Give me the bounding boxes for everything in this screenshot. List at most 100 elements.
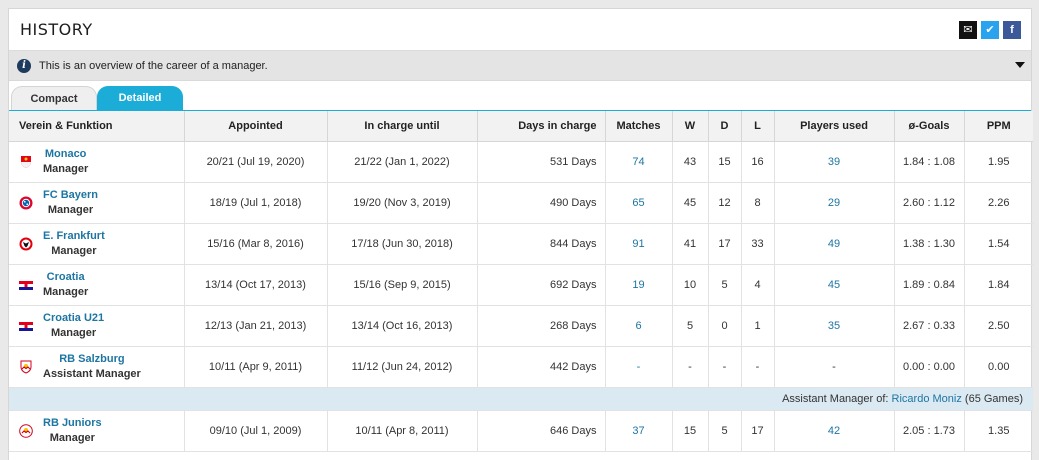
col-losses[interactable]: L xyxy=(741,111,775,142)
appointed-cell: 20/21 (Jul 19, 2020) xyxy=(184,141,328,183)
losses-cell: 4 xyxy=(741,264,775,306)
table-row: RB Juniors Manager 09/10 (Jul 1, 2009) 10… xyxy=(9,410,1033,452)
ppm-cell: 1.84 xyxy=(964,264,1033,306)
manager-link[interactable]: Ricardo Moniz xyxy=(892,393,962,405)
draws-cell: 12 xyxy=(708,182,742,224)
wins-cell: 10 xyxy=(672,264,709,306)
croatia-flag-icon[interactable] xyxy=(19,319,33,333)
ppm-cell: 1.95 xyxy=(964,141,1033,183)
ppm-cell: 1.35 xyxy=(964,410,1033,452)
draws-cell: 15 xyxy=(708,141,742,183)
losses-cell: 16 xyxy=(741,141,775,183)
chevron-down-icon[interactable] xyxy=(1015,62,1025,68)
monaco-crest-icon[interactable] xyxy=(19,155,33,169)
matches-link[interactable]: 19 xyxy=(632,279,644,291)
days-cell: 268 Days xyxy=(477,305,606,347)
role-label: Manager xyxy=(49,431,95,444)
goals-cell: 1.38 : 1.30 xyxy=(894,223,965,265)
players-link[interactable]: 45 xyxy=(828,279,840,291)
table-row: Croatia U21 Manager 12/13 (Jan 21, 2013) … xyxy=(9,305,1033,347)
losses-cell: - xyxy=(741,346,775,388)
col-days[interactable]: Days in charge xyxy=(477,111,606,142)
wins-cell: 41 xyxy=(672,223,709,265)
info-bar[interactable]: i This is an overview of the career of a… xyxy=(9,51,1031,81)
until-cell: 15/16 (Sep 9, 2015) xyxy=(327,264,478,306)
players-link[interactable]: 29 xyxy=(828,197,840,209)
club-name-link[interactable]: RB Juniors xyxy=(43,416,102,431)
until-cell: 10/11 (Apr 8, 2011) xyxy=(327,410,478,452)
table-row: FC Bayern Manager 18/19 (Jul 1, 2018) 19/… xyxy=(9,182,1033,224)
role-label: Assistant Manager xyxy=(43,367,141,380)
frankfurt-crest-icon[interactable] xyxy=(19,237,33,251)
days-cell: 844 Days xyxy=(477,223,606,265)
until-cell: 19/20 (Nov 3, 2019) xyxy=(327,182,478,224)
players-link[interactable]: 39 xyxy=(828,156,840,168)
wins-cell: - xyxy=(672,346,709,388)
matches-link[interactable]: 74 xyxy=(632,156,644,168)
club-name-link[interactable]: E. Frankfurt xyxy=(43,229,105,244)
table-header-row: Verein & Funktion Appointed In charge un… xyxy=(9,111,1033,142)
col-club: Verein & Funktion xyxy=(9,111,185,142)
appointed-cell: 12/13 (Jan 21, 2013) xyxy=(184,305,328,347)
col-matches[interactable]: Matches xyxy=(605,111,673,142)
club-name-link[interactable]: RB Salzburg xyxy=(43,352,141,367)
draws-cell: 5 xyxy=(708,264,742,306)
rb-juniors-crest-icon[interactable] xyxy=(19,423,33,438)
draws-cell: - xyxy=(708,346,742,388)
until-cell: 13/14 (Oct 16, 2013) xyxy=(327,305,478,347)
note-prefix: Assistant Manager of: xyxy=(782,392,889,405)
tab-detailed[interactable]: Detailed xyxy=(97,86,183,110)
days-cell: 692 Days xyxy=(477,264,606,306)
col-wins[interactable]: W xyxy=(672,111,709,142)
club-name-link[interactable]: Croatia xyxy=(43,270,88,285)
twitter-icon[interactable]: ✔ xyxy=(981,20,999,39)
matches-link[interactable]: 91 xyxy=(632,238,644,250)
mail-icon[interactable]: ✉ xyxy=(959,20,977,39)
days-cell: 490 Days xyxy=(477,182,606,224)
table-row: Croatia Manager 13/14 (Oct 17, 2013) 15/1… xyxy=(9,264,1033,306)
matches-link: - xyxy=(636,360,641,373)
history-box: HISTORY ✉ ✔ f i This is an overview of t… xyxy=(8,8,1033,460)
table-row: E. Frankfurt Manager 15/16 (Mar 8, 2016) … xyxy=(9,223,1033,265)
days-cell: 646 Days xyxy=(477,410,606,452)
col-goals[interactable]: ø-Goals xyxy=(894,111,965,142)
col-until[interactable]: In charge until xyxy=(327,111,478,142)
club-name-link[interactable]: FC Bayern xyxy=(43,188,98,203)
players-link[interactable]: 35 xyxy=(828,320,840,332)
goals-cell: 1.89 : 0.84 xyxy=(894,264,965,306)
assistant-note-row: Assistant Manager of: Ricardo Moniz (65 … xyxy=(9,387,1033,411)
until-cell: 11/12 (Jun 24, 2012) xyxy=(327,346,478,388)
wins-cell: 15 xyxy=(672,410,709,452)
draws-cell: 0 xyxy=(708,305,742,347)
days-cell: 531 Days xyxy=(477,141,606,183)
losses-cell: 17 xyxy=(741,410,775,452)
matches-link[interactable]: 37 xyxy=(632,425,644,437)
table-row: RB Salzburg Assistant Manager 10/11 (Apr … xyxy=(9,346,1033,388)
players-link[interactable]: 42 xyxy=(828,425,840,437)
croatia-flag-icon[interactable] xyxy=(19,278,33,292)
matches-link[interactable]: 6 xyxy=(635,320,641,332)
bayern-crest-icon[interactable] xyxy=(19,196,33,210)
ppm-cell: 0.00 xyxy=(964,346,1033,388)
table-row: Monaco Manager 20/21 (Jul 19, 2020) 21/22… xyxy=(9,141,1033,183)
col-players[interactable]: Players used xyxy=(774,111,895,142)
col-draws[interactable]: D xyxy=(708,111,742,142)
salzburg-crest-icon[interactable] xyxy=(19,360,33,374)
goals-cell: 1.84 : 1.08 xyxy=(894,141,965,183)
club-name-link[interactable]: Croatia U21 xyxy=(43,311,104,326)
appointed-cell: 10/11 (Apr 9, 2011) xyxy=(184,346,328,388)
tab-compact[interactable]: Compact xyxy=(11,86,97,110)
ppm-cell: 1.54 xyxy=(964,223,1033,265)
players-link[interactable]: 49 xyxy=(828,238,840,250)
role-label: Manager xyxy=(47,203,94,216)
col-ppm[interactable]: PPM xyxy=(964,111,1033,142)
goals-cell: 2.67 : 0.33 xyxy=(894,305,965,347)
col-appointed[interactable]: Appointed xyxy=(184,111,328,142)
matches-link[interactable]: 65 xyxy=(632,197,644,209)
appointed-cell: 09/10 (Jul 1, 2009) xyxy=(184,410,328,452)
goals-cell: 0.00 : 0.00 xyxy=(894,346,965,388)
club-name-link[interactable]: Monaco xyxy=(43,147,88,162)
social-share: ✉ ✔ f xyxy=(959,20,1021,39)
career-table: Verein & Funktion Appointed In charge un… xyxy=(9,111,1033,452)
facebook-icon[interactable]: f xyxy=(1003,20,1021,39)
